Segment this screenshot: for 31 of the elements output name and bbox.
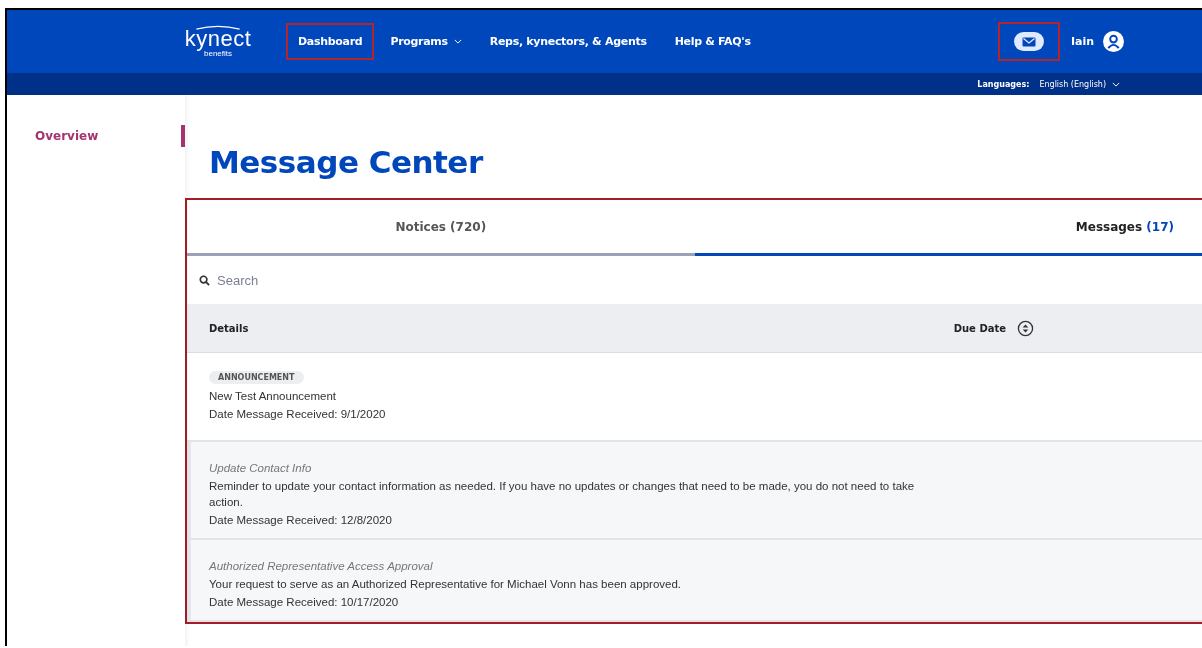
message-subject: Authorized Representative Access Approval [209,559,433,574]
message-row[interactable]: Authorized Representative Access Approval Your request to serve as an Authorized Representative for Michael Vonn has been approved. Date Message Received: 10/17/2020 [187,540,1202,622]
nav-link[interactable]: Help & FAQ's [662,23,763,60]
message-text: Reminder to update your contact information as needed. If you have no updates or changes that need to be made, you do not need to take action. [209,479,916,510]
arc-icon [194,25,242,30]
message-title: New Test Announcement [209,389,336,404]
user-name[interactable]: Iain [1070,35,1094,48]
page-title: Message Center [209,144,485,180]
language-dropdown[interactable]: English (English) [1039,79,1120,89]
mail-button[interactable] [1013,32,1044,51]
column-header: Details [209,322,249,334]
user-avatar-icon[interactable] [1103,31,1124,52]
received-date: Date Message Received: 10/17/2020 [209,595,399,610]
message-row[interactable]: Update Contact Info Reminder to update your contact information as needed. If you have no updates or changes that need to be made, you do not need to take action. Date Message Received: 12/8/2020 [187,442,1202,540]
kynect-logo[interactable]: kynect benefits [178,25,258,58]
sort-icon[interactable] [1017,319,1034,337]
sidebar-item[interactable]: Overview [7,125,185,147]
chevron-down-icon [453,39,462,44]
column-header[interactable]: Due Date [953,322,1006,334]
search-icon [199,274,210,286]
message-text: Your request to serve as an Authorized Representative for Michael Vonn has been approved. [209,577,682,592]
envelope-icon [1021,36,1036,47]
announcement-tag: ANNOUNCEMENT [209,371,304,384]
message-subject: Update Contact Info [209,461,312,476]
nav-link[interactable]: Programs [378,23,474,60]
received-date: Date Message Received: 12/8/2020 [209,513,392,528]
nav-link[interactable]: Reps, kynectors, & Agents [477,23,659,60]
received-date: Date Message Received: 9/1/2020 [209,407,386,422]
language-label: Languages: [977,79,1030,89]
chevron-down-icon [1112,81,1120,87]
nav-link[interactable]: Dashboard [286,23,375,60]
